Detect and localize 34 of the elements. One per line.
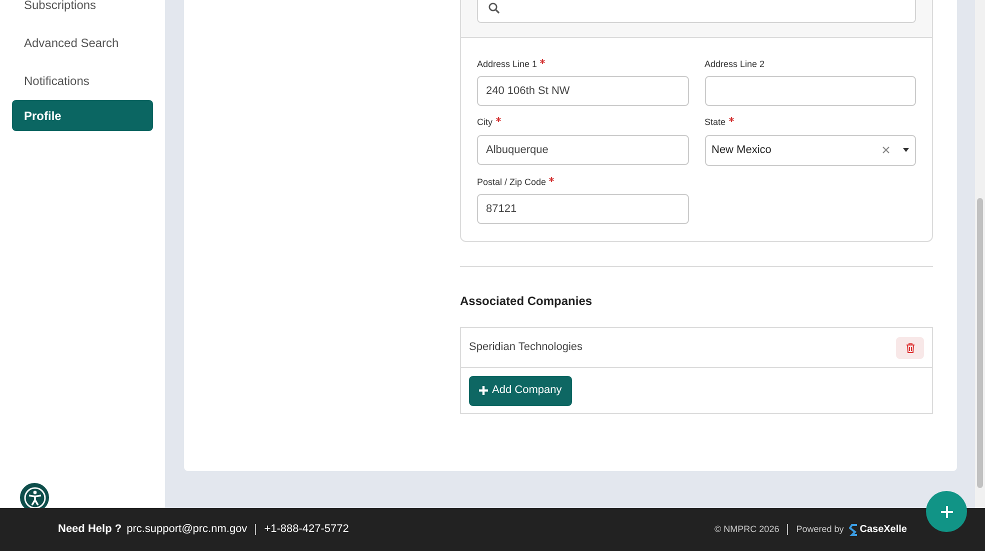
company-name: Speridian Technologies (469, 340, 584, 356)
scrollbar-thumb[interactable] (977, 198, 983, 488)
field-label: Postal / Zip Code (477, 176, 546, 186)
address-search-field[interactable] (477, 0, 916, 22)
field-label: State (704, 117, 726, 127)
sidebar-item[interactable]: Notifications (12, 62, 153, 100)
sidebar-item[interactable]: Subscriptions (12, 0, 153, 24)
phone-link[interactable]: +1-888-427-5772 (264, 521, 349, 538)
email-link[interactable]: prc.support@prc.nm.gov (126, 521, 248, 538)
plus-icon (940, 504, 954, 518)
input-field[interactable] (704, 76, 916, 106)
trash-icon (906, 342, 914, 352)
input-field[interactable]: Albuquerque (477, 134, 688, 164)
field-label: City (477, 117, 492, 127)
section-heading: Associated Companies (460, 293, 594, 310)
input-field[interactable]: 240 106th St NW (477, 76, 688, 106)
caret-icon (903, 148, 909, 152)
sidebar-item[interactable]: Advanced Search (12, 24, 153, 62)
copyright-text: © NMPRC 2026 (714, 522, 780, 536)
search-icon (488, 2, 500, 14)
plus-icon (479, 386, 488, 395)
brand-logo-icon (848, 524, 858, 536)
help-label: Need Help ? (58, 522, 122, 538)
powered-by-text: Powered by (796, 522, 844, 536)
clear-icon[interactable] (882, 146, 890, 154)
add-company-button[interactable]: Add Company (469, 376, 572, 406)
brand-name: CaseXelle (860, 523, 907, 537)
field-label: Address Line 2 (704, 58, 766, 70)
sidebar-item[interactable]: Profile (12, 100, 153, 131)
field-label: Address Line 1 (477, 58, 538, 68)
state-dropdown[interactable]: New Mexico (704, 134, 916, 166)
accessibility-icon (24, 486, 46, 508)
input-field[interactable]: 87121 (477, 194, 688, 224)
delete-button[interactable] (896, 336, 924, 358)
